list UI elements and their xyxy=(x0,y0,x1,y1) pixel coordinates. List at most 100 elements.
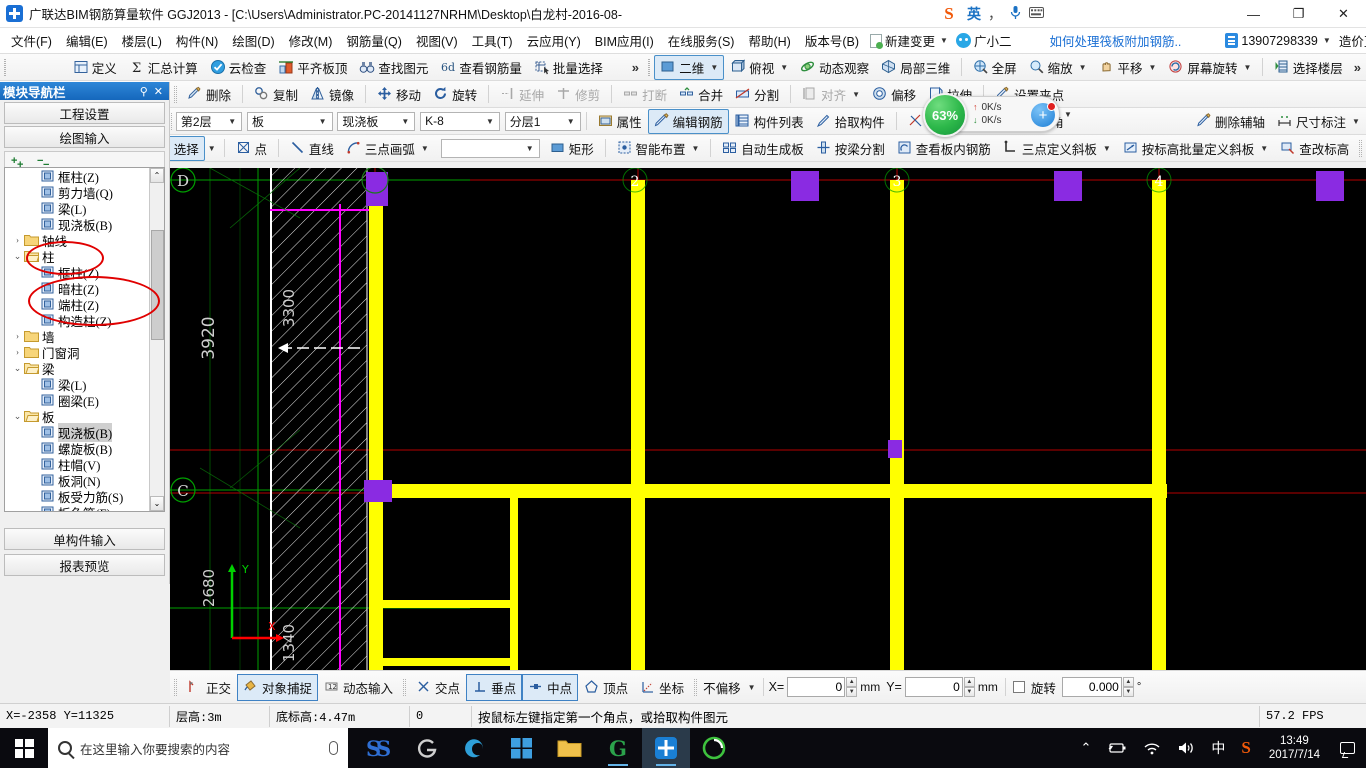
split-button[interactable]: 分割 xyxy=(729,82,785,107)
smart-layout-button[interactable]: 智能布置 ▼ xyxy=(611,136,706,161)
view-slab-rebar-button[interactable]: 查看板内钢筋 xyxy=(891,136,997,161)
dimension-chevron-down-icon[interactable]: ▼ xyxy=(1352,117,1360,126)
report-preview-button[interactable]: 报表预览 xyxy=(4,554,165,576)
rotate-button[interactable]: 旋转 xyxy=(427,82,483,107)
merge-button[interactable]: 合并 xyxy=(673,82,729,107)
ime-punctuation-icon[interactable]: ， xyxy=(988,4,1002,24)
toolbar-view-grip[interactable] xyxy=(647,58,651,76)
tree-item[interactable]: 构造柱(Z) xyxy=(5,312,149,329)
sogou-ime-icon[interactable]: S xyxy=(938,3,960,25)
smart-layout-chevron-down-icon[interactable]: ▼ xyxy=(692,144,700,153)
accelerate-button[interactable]: + xyxy=(1031,102,1056,127)
ime-floating-bar[interactable]: S 英 ， xyxy=(932,0,1050,28)
zoom-chevron-down-icon[interactable]: ▼ xyxy=(1079,63,1087,72)
ime-language-label[interactable]: 英 xyxy=(967,4,981,24)
three-point-slope-button[interactable]: 三点定义斜板 ▼ xyxy=(997,136,1117,161)
select-tool-chevron-down-icon[interactable]: ▼ xyxy=(208,144,216,153)
battery-icon[interactable] xyxy=(1099,741,1135,755)
find-element-button[interactable]: 查找图元 xyxy=(353,55,434,80)
edit-rebar-button[interactable]: 编辑钢筋 xyxy=(647,108,729,134)
perpendicular-snap-toggle[interactable]: 垂点 xyxy=(466,673,523,701)
align-slab-top-button[interactable]: 平齐板顶 xyxy=(272,55,353,80)
extend-button[interactable]: 延伸 xyxy=(494,82,550,107)
project-settings-button[interactable]: 工程设置 xyxy=(4,102,165,124)
mirror-button[interactable]: 镜像 xyxy=(304,82,360,107)
minimize-button[interactable]: — xyxy=(1231,0,1276,28)
component-type-combo[interactable]: 现浇板 ▼ xyxy=(337,111,416,131)
volume-icon[interactable] xyxy=(1169,741,1203,755)
batch-slope-chevron-down-icon[interactable]: ▼ xyxy=(1260,144,1268,153)
network-speed-widget[interactable]: 63% ↑ ↓ 0K/s 0K/s + xyxy=(923,93,1060,137)
menu-bim-app[interactable]: BIM应用(I) xyxy=(588,28,661,53)
object-snap-toggle[interactable]: 对象捕捉 xyxy=(237,673,319,701)
view-2d-chevron-down-icon[interactable]: ▼ xyxy=(710,63,718,72)
properties-button[interactable]: 属性 xyxy=(592,109,648,134)
summary-calc-button[interactable]: Σ 汇总计算 xyxy=(123,55,204,80)
chevron-down-icon[interactable]: ▼ xyxy=(940,36,948,45)
menu-modify[interactable]: 修改(M) xyxy=(282,28,340,53)
toolbar1-overflow-icon[interactable]: » xyxy=(627,60,644,75)
tree-expander-icon[interactable]: ⌄ xyxy=(11,363,24,374)
tree-scroll-up-button[interactable]: ⌃ xyxy=(150,168,164,183)
draw-empty-combo[interactable]: ▼ xyxy=(440,138,540,158)
floor-combo-chevron-down-icon[interactable]: ▼ xyxy=(225,117,239,126)
split-by-beam-button[interactable]: 按梁分割 xyxy=(810,136,891,161)
taskbar-edge-icon[interactable] xyxy=(450,728,498,768)
account-chevron-down-icon[interactable]: ▼ xyxy=(1323,36,1331,45)
ime-mode-icon[interactable]: 中 xyxy=(1203,738,1233,758)
tree-expander-icon[interactable]: › xyxy=(11,235,24,245)
taskbar-clock[interactable]: 13:49 2017/7/14 xyxy=(1259,734,1330,762)
view-rebar-qty-button[interactable]: 6d 查看钢筋量 xyxy=(434,55,528,80)
sogou-tray-icon[interactable]: S xyxy=(1233,738,1258,758)
draw-empty-combo-chevron-down-icon[interactable]: ▼ xyxy=(523,144,537,153)
toolbar-grip[interactable] xyxy=(4,58,7,76)
topview-chevron-down-icon[interactable]: ▼ xyxy=(780,63,788,72)
tree-item[interactable]: 圈梁(E) xyxy=(5,392,149,409)
tree-item[interactable]: › 门窗洞 xyxy=(5,344,149,361)
topview-button[interactable]: 俯视 ▼ xyxy=(724,55,794,80)
toolbar-modify-grip[interactable] xyxy=(174,85,177,103)
tree-item[interactable]: 板负筋(F) xyxy=(5,504,149,511)
intersection-snap-toggle[interactable]: 交点 xyxy=(410,674,466,701)
taskbar-glodon-g-icon[interactable]: G xyxy=(594,728,642,768)
taskbar-browser-360-icon[interactable] xyxy=(690,728,738,768)
new-change-button[interactable]: 新建变更 ▼ xyxy=(866,29,952,52)
offset-button[interactable]: 偏移 xyxy=(866,82,922,107)
offset-mode-chevron-down-icon[interactable]: ▼ xyxy=(748,683,756,692)
menu-cloud-app[interactable]: 云应用(Y) xyxy=(520,28,588,53)
screen-rotate-chevron-down-icon[interactable]: ▼ xyxy=(1243,63,1251,72)
check-elevation-button[interactable]: 查改标高 xyxy=(1274,136,1355,161)
dimension-button[interactable]: 尺寸标注 ▼ xyxy=(1271,109,1366,134)
component-tree[interactable]: 框柱(Z) 剪力墙(Q) 梁(L) 现浇板(B) › 轴线 ⌄ 柱 框柱(Z) 暗柱… xyxy=(4,167,165,512)
cpu-usage-ball[interactable]: 63% xyxy=(923,93,967,137)
component-type-combo-chevron-down-icon[interactable]: ▼ xyxy=(398,117,412,126)
ortho-toggle[interactable]: 正交 xyxy=(181,674,237,701)
sidebar-close-icon[interactable]: ✕ xyxy=(151,85,166,98)
taskbar-sogou-icon[interactable]: SS xyxy=(354,728,402,768)
local-3d-button[interactable]: 局部三维 xyxy=(875,55,956,80)
tree-scrollbar[interactable]: ⌃ ⌄ xyxy=(149,168,164,511)
move-button[interactable]: 移动 xyxy=(371,82,427,107)
zoom-button[interactable]: 缩放 ▼ xyxy=(1023,55,1093,80)
floor-combo[interactable]: 第2层 ▼ xyxy=(175,111,243,131)
cortana-mic-icon[interactable] xyxy=(329,741,338,755)
vertex-snap-toggle[interactable]: 顶点 xyxy=(578,674,634,701)
taskbar-explorer-icon[interactable] xyxy=(546,728,594,768)
break-button[interactable]: 打断 xyxy=(617,82,673,107)
tree-expander-icon[interactable]: › xyxy=(11,331,24,341)
netwidget-chevron-down-icon[interactable]: ▼ xyxy=(1064,110,1072,119)
tree-scroll-down-button[interactable]: ⌄ xyxy=(150,496,164,511)
menu-component[interactable]: 构件(N) xyxy=(169,28,225,53)
tree-item[interactable]: › 轴线 xyxy=(5,232,149,249)
line-tool-button[interactable]: 直线 xyxy=(284,136,340,161)
taskbar-browser-g-icon[interactable] xyxy=(402,728,450,768)
taskbar-search[interactable]: 在这里输入你要搜索的内容 xyxy=(48,728,348,768)
menu-tools[interactable]: 工具(T) xyxy=(465,28,520,53)
category-combo-chevron-down-icon[interactable]: ▼ xyxy=(316,117,330,126)
fullscreen-button[interactable]: 全屏 xyxy=(967,55,1023,80)
tree-expander-icon[interactable]: ⌄ xyxy=(11,411,24,422)
cloud-check-button[interactable]: 云检查 xyxy=(204,55,273,80)
layer-combo[interactable]: 分层1 ▼ xyxy=(504,111,581,131)
assistant-button[interactable]: 广小二 xyxy=(952,29,1016,52)
define-button[interactable]: 定义 xyxy=(67,55,123,80)
